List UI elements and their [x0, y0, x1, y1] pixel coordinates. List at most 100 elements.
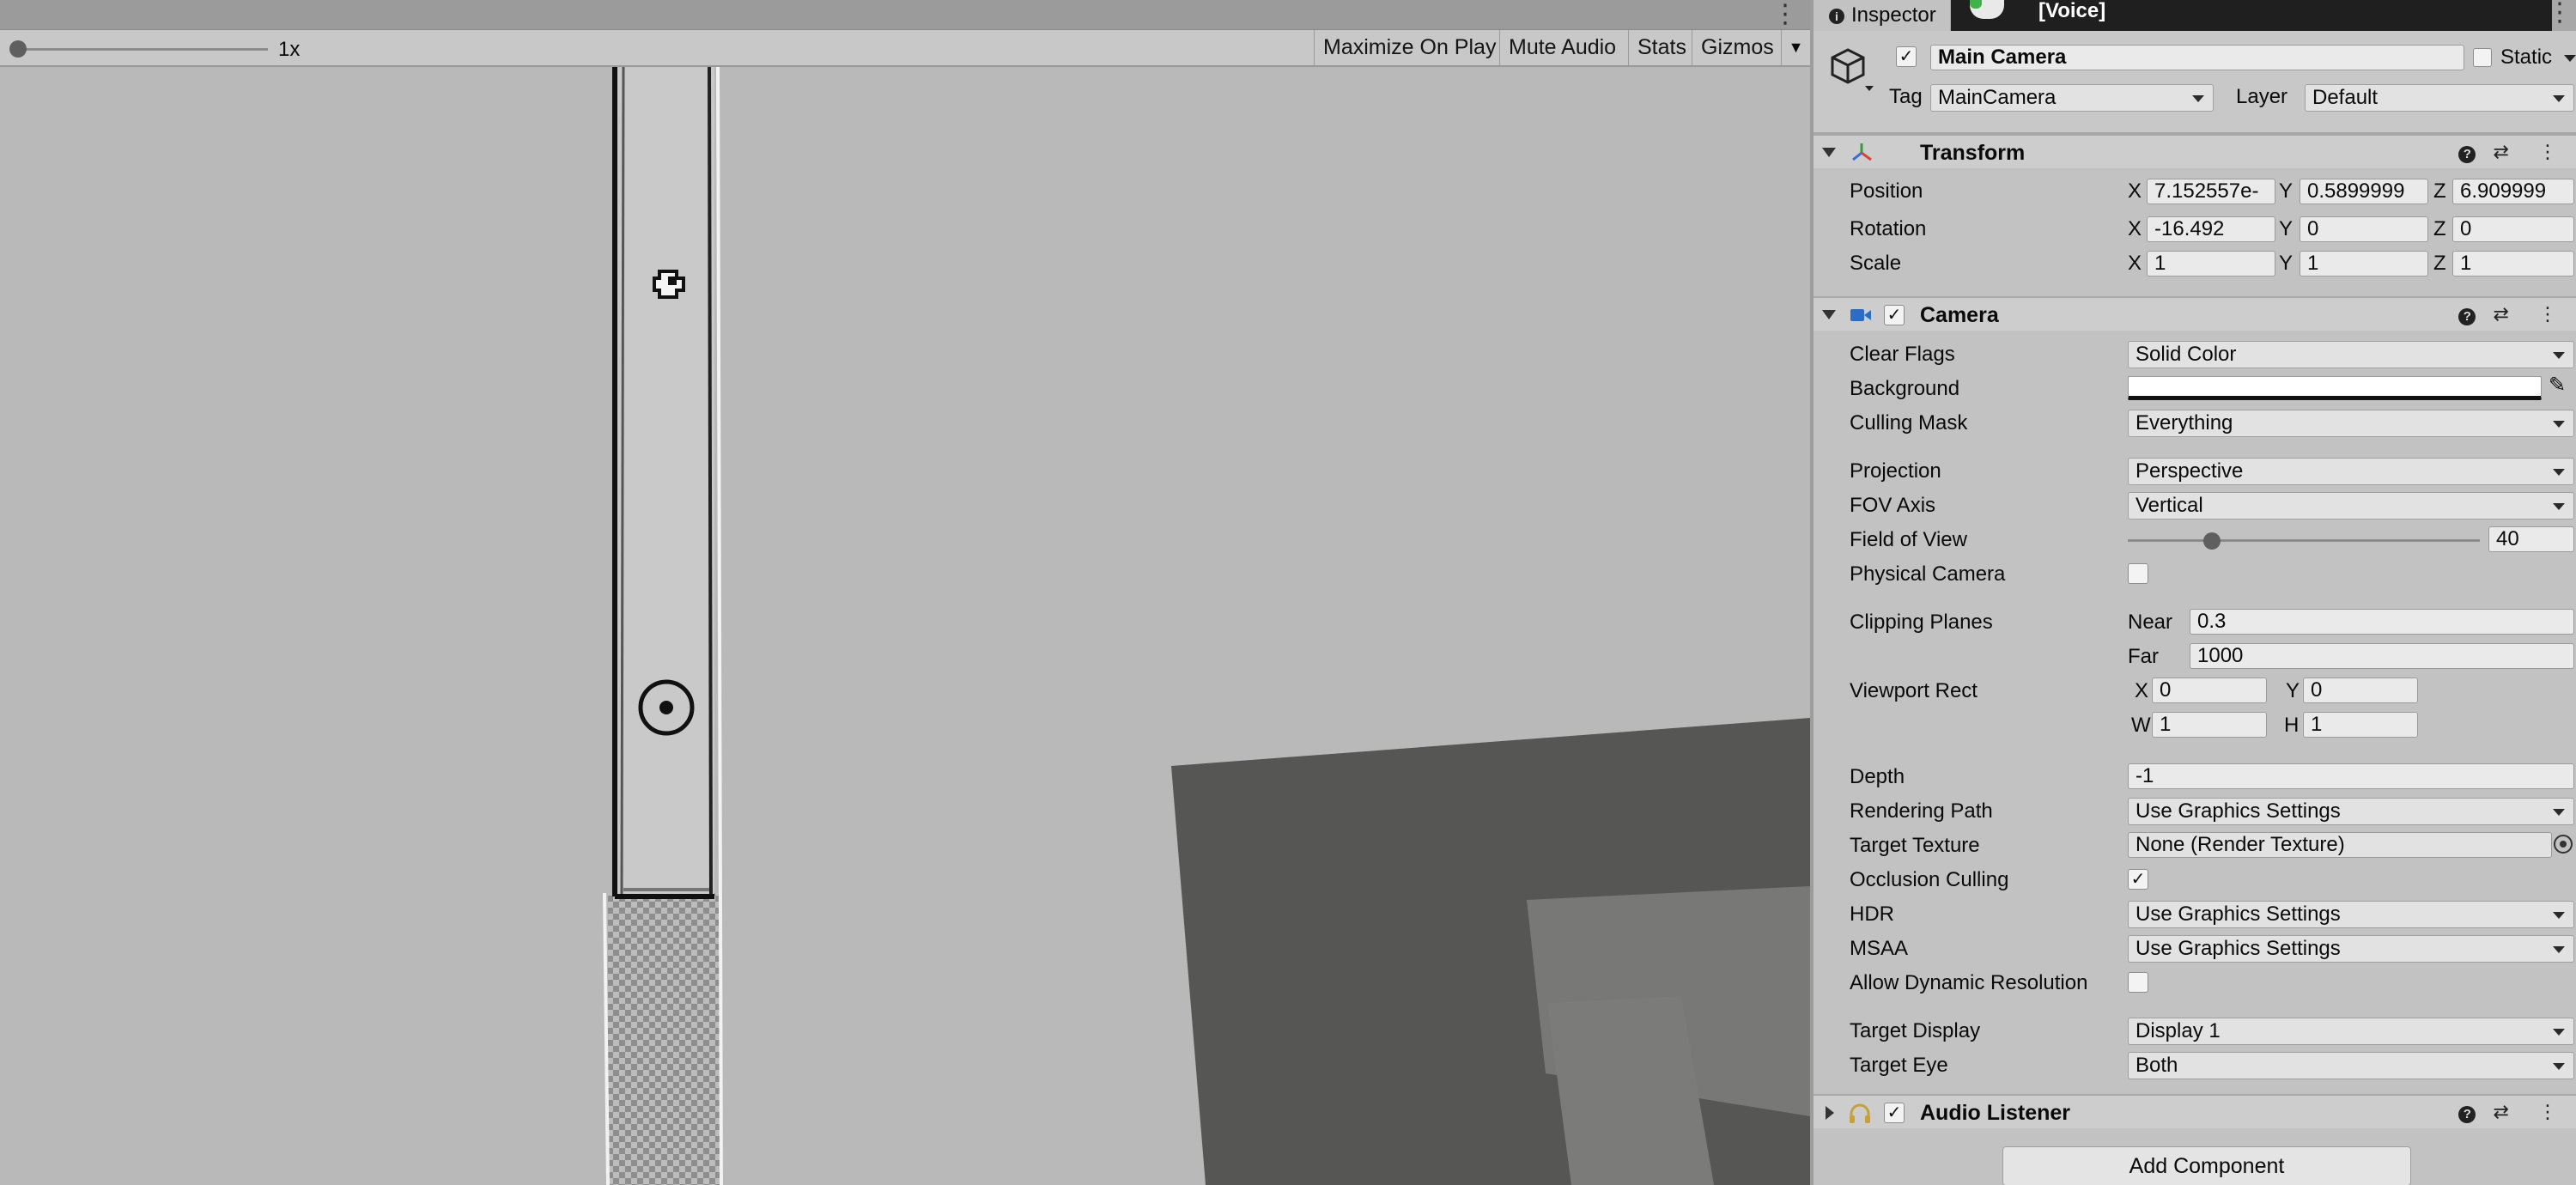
far-label[interactable]: Far — [2128, 644, 2159, 670]
clear-flags-label: Clear Flags — [1850, 343, 1955, 366]
msaa-dropdown[interactable]: Use Graphics Settings — [2128, 935, 2574, 963]
rendering-path-label: Rendering Path — [1850, 799, 1993, 823]
depth-field[interactable]: -1 — [2128, 763, 2574, 789]
target-texture-field[interactable]: None (Render Texture) — [2128, 832, 2552, 858]
mute-audio-button[interactable]: Mute Audio — [1499, 30, 1625, 65]
transform-title: Transform — [1920, 141, 2026, 165]
far-field[interactable]: 1000 — [2190, 643, 2574, 669]
rotation-z-field[interactable]: 0 — [2452, 216, 2574, 242]
info-icon: i — [1829, 9, 1844, 24]
component-header-icons[interactable]: ? ⇄ ⋮ — [2458, 141, 2569, 163]
tag-dropdown[interactable]: MainCamera — [1930, 84, 2214, 112]
static-label: Static — [2500, 46, 2553, 69]
game-view[interactable]: ⋮ 1x Maximize On Play Mute Audio Stats G… — [0, 0, 1810, 1185]
tab-inspector[interactable]: i Inspector — [1814, 0, 1950, 31]
target-texture-label: Target Texture — [1850, 834, 1980, 857]
help-icon: ? — [2458, 146, 2476, 163]
viewport-w-field[interactable]: 1 — [2152, 712, 2267, 738]
camera-enabled-checkbox[interactable]: ✓ — [1884, 305, 1905, 325]
game-view-tab-bar: ⋮ — [0, 0, 1810, 30]
axis-z-label[interactable]: Z — [2433, 251, 2446, 276]
gameobject-name-field[interactable]: Main Camera — [1930, 45, 2464, 70]
target-display-dropdown[interactable]: Display 1 — [2128, 1018, 2574, 1045]
fov-axis-dropdown[interactable]: Vertical — [2128, 492, 2574, 520]
axis-z-label[interactable]: Z — [2433, 179, 2446, 204]
axis-w-label[interactable]: W — [2131, 713, 2151, 738]
axis-y-label[interactable]: Y — [2286, 678, 2300, 704]
axis-y-label[interactable]: Y — [2279, 216, 2293, 242]
viewport-rect-label: Viewport Rect — [1850, 679, 1978, 702]
gizmos-button[interactable]: Gizmos — [1692, 30, 1783, 65]
rendering-path-dropdown[interactable]: Use Graphics Settings — [2128, 798, 2574, 825]
near-field[interactable]: 0.3 — [2190, 609, 2574, 635]
target-display-label: Target Display — [1850, 1019, 1981, 1042]
add-component-button[interactable]: Add Component — [2002, 1146, 2411, 1185]
stats-button[interactable]: Stats — [1628, 30, 1695, 65]
axis-x-label[interactable]: X — [2128, 216, 2142, 242]
fov-axis-label: FOV Axis — [1850, 494, 1936, 517]
scale-z-field[interactable]: 1 — [2452, 251, 2574, 276]
axis-z-label[interactable]: Z — [2433, 216, 2446, 242]
gizmos-dropdown-arrow-icon[interactable]: ▼ — [1781, 30, 1810, 65]
audio-listener-enabled-checkbox[interactable]: ✓ — [1884, 1103, 1905, 1123]
fov-label: Field of View — [1850, 528, 1967, 551]
scale-label: Scale — [1850, 252, 1902, 275]
target-eye-dropdown[interactable]: Both — [2128, 1052, 2574, 1079]
camera-title: Camera — [1920, 303, 1999, 327]
axis-y-label[interactable]: Y — [2279, 251, 2293, 276]
transform-header[interactable]: Transform ? ⇄ ⋮ — [1814, 134, 2576, 168]
axis-x-label[interactable]: X — [2128, 179, 2142, 204]
projection-dropdown[interactable]: Perspective — [2128, 458, 2574, 485]
component-header-icons[interactable]: ? ⇄ ⋮ — [2458, 303, 2569, 325]
scale-slider-knob[interactable] — [9, 40, 27, 58]
camera-header[interactable]: ✓ Camera ? ⇄ ⋮ — [1814, 296, 2576, 331]
gameobject-cube-icon[interactable] — [1831, 46, 1875, 94]
rotation-x-field[interactable]: -16.492 — [2147, 216, 2275, 242]
physical-camera-checkbox[interactable] — [2128, 563, 2148, 584]
hdr-label: HDR — [1850, 902, 1894, 926]
camera-icon — [1850, 309, 1871, 321]
static-checkbox[interactable] — [2473, 48, 2492, 67]
culling-mask-dropdown[interactable]: Everything — [2128, 410, 2574, 437]
eyedropper-icon[interactable]: ✎ — [2549, 373, 2566, 398]
occlusion-culling-checkbox[interactable]: ✓ — [2128, 869, 2148, 890]
fov-field[interactable]: 40 — [2488, 526, 2574, 552]
background-color-swatch[interactable] — [2128, 376, 2542, 400]
hdr-dropdown[interactable]: Use Graphics Settings — [2128, 901, 2574, 928]
near-label[interactable]: Near — [2128, 610, 2172, 635]
axis-x-label[interactable]: X — [2135, 678, 2148, 704]
audio-listener-title: Audio Listener — [1920, 1101, 2071, 1125]
viewport-h-field[interactable]: 1 — [2303, 712, 2418, 738]
static-dropdown-arrow-icon[interactable] — [2564, 55, 2576, 62]
position-x-field[interactable]: 7.152557e- — [2147, 179, 2275, 204]
position-y-field[interactable]: 0.5899999 — [2300, 179, 2428, 204]
viewport-x-field[interactable]: 0 — [2152, 678, 2267, 703]
rotation-y-field[interactable]: 0 — [2300, 216, 2428, 242]
position-z-field[interactable]: 6.909999 — [2452, 179, 2574, 204]
scale-slider-track[interactable] — [17, 48, 268, 51]
audio-listener-header[interactable]: ✓ Audio Listener ? ⇄ ⋮ — [1814, 1094, 2576, 1128]
viewport-y-field[interactable]: 0 — [2303, 678, 2418, 703]
axis-h-label[interactable]: H — [2284, 713, 2299, 738]
gameobject-active-checkbox[interactable]: ✓ — [1896, 46, 1917, 67]
maximize-on-play-button[interactable]: Maximize On Play — [1314, 30, 1504, 65]
object-picker-icon[interactable] — [2554, 835, 2573, 854]
fov-slider-knob[interactable] — [2203, 532, 2221, 550]
kebab-menu-icon[interactable]: ⋮ — [1772, 2, 1798, 27]
clear-flags-dropdown[interactable]: Solid Color — [2128, 341, 2574, 368]
layer-dropdown[interactable]: Default — [2305, 84, 2574, 112]
foldout-arrow-icon[interactable] — [1826, 1106, 1834, 1120]
foldout-arrow-icon[interactable] — [1822, 310, 1836, 319]
fov-slider-track[interactable] — [2128, 539, 2480, 542]
clipping-planes-label: Clipping Planes — [1850, 611, 1993, 634]
component-header-icons[interactable]: ? ⇄ ⋮ — [2458, 1101, 2569, 1123]
scale-x-field[interactable]: 1 — [2147, 251, 2275, 276]
axis-x-label[interactable]: X — [2128, 251, 2142, 276]
pillar-body — [615, 67, 714, 896]
projection-label: Projection — [1850, 459, 1941, 483]
axis-y-label[interactable]: Y — [2279, 179, 2293, 204]
scale-y-field[interactable]: 1 — [2300, 251, 2428, 276]
msaa-label: MSAA — [1850, 937, 1909, 960]
foldout-arrow-icon[interactable] — [1822, 148, 1836, 157]
allow-dynamic-resolution-checkbox[interactable] — [2128, 972, 2148, 993]
